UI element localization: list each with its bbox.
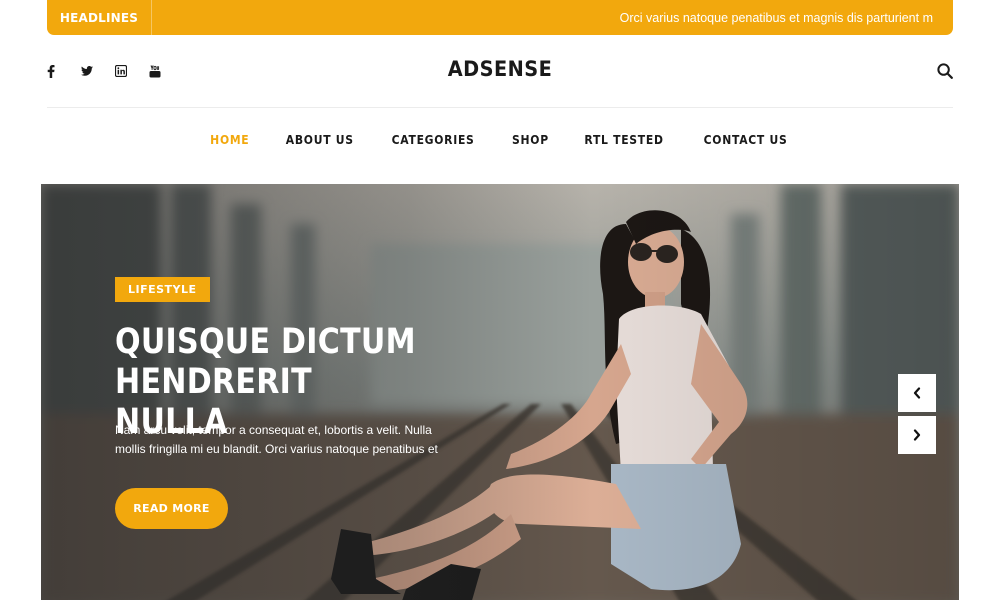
- nav-item-shop[interactable]: SHOP: [512, 133, 549, 147]
- nav-item-contact-us[interactable]: CONTACT US: [703, 133, 787, 147]
- nav-item-categories[interactable]: CATEGORIES: [392, 133, 475, 147]
- main-nav: HOME ABOUT US CATEGORIES SHOP RTL TESTED…: [0, 133, 1000, 147]
- slider-next-button[interactable]: [898, 416, 936, 454]
- chevron-right-icon: [913, 429, 921, 441]
- read-more-button[interactable]: READ MORE: [115, 488, 228, 529]
- chevron-left-icon: [913, 387, 921, 399]
- nav-item-about-us[interactable]: ABOUT US: [286, 133, 354, 147]
- headlines-label: HEADLINES: [47, 0, 152, 35]
- site-header: ADSENSE: [47, 55, 953, 87]
- hero-excerpt: Nam arcu velit, tempor a consequat et, l…: [115, 423, 438, 456]
- slider-prev-button[interactable]: [898, 374, 936, 412]
- header-divider: [47, 107, 953, 108]
- nav-item-home[interactable]: HOME: [210, 133, 249, 147]
- headlines-bar: HEADLINES Orci varius natoque penatibus …: [47, 0, 953, 35]
- site-logo[interactable]: ADSENSE: [83, 57, 917, 81]
- hero-slider: LIFESTYLE QUISQUE DICTUM HENDRERIT NULLA…: [41, 184, 959, 600]
- nav-item-rtl-tested[interactable]: RTL TESTED: [585, 133, 664, 147]
- search-icon[interactable]: [937, 63, 953, 79]
- category-badge[interactable]: LIFESTYLE: [115, 277, 210, 302]
- headlines-ticker-link[interactable]: Orci varius natoque penatibus et magnis …: [152, 11, 953, 25]
- facebook-icon[interactable]: [47, 63, 81, 79]
